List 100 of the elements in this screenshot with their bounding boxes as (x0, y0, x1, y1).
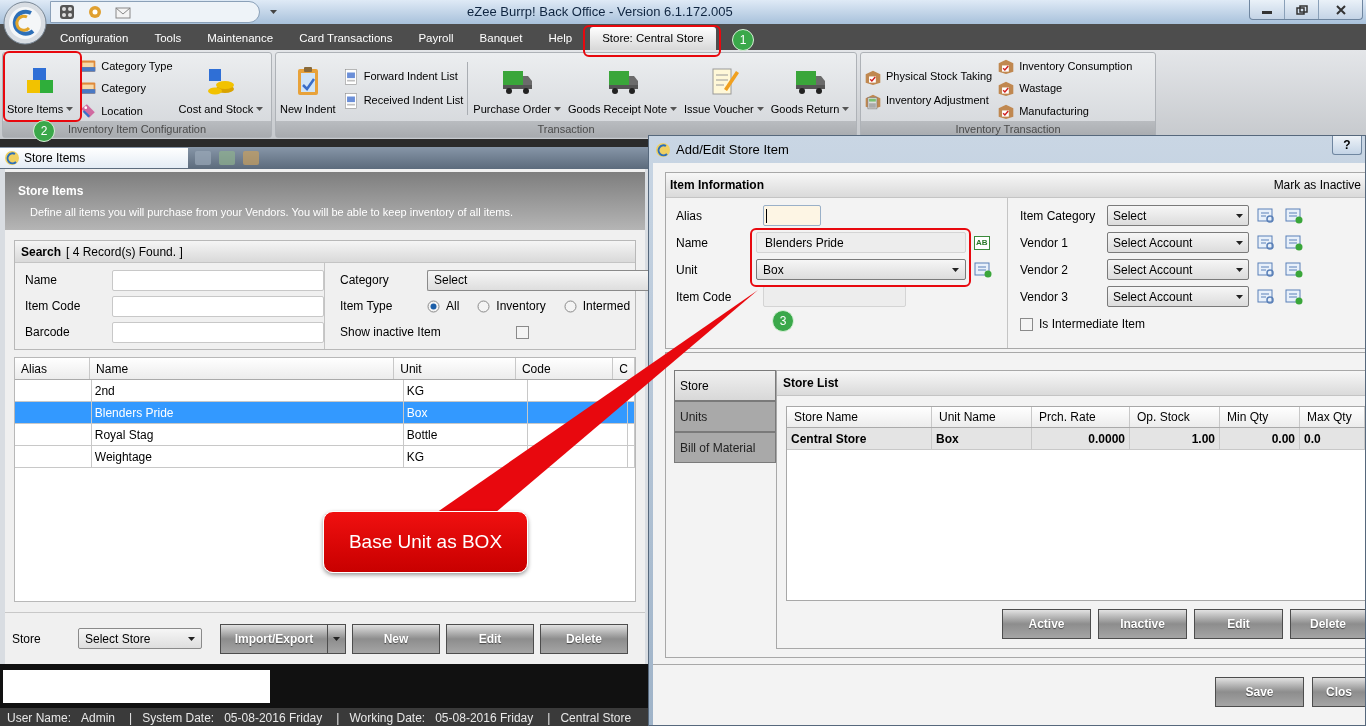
table-row[interactable]: Royal Stag Bottle (15, 424, 635, 446)
ribbon-button[interactable]: Goods Receipt Note (566, 56, 680, 121)
list-search-icon[interactable] (1257, 234, 1275, 251)
dropdown[interactable]: Select Account (1107, 259, 1249, 280)
table-row[interactable]: Weightage KG (15, 446, 635, 468)
ribbon-button[interactable]: Manufacturing (996, 100, 1134, 121)
input-field[interactable]: Blenders Pride (756, 232, 966, 253)
field-label: Item Category (1020, 207, 1097, 225)
ribbon-button[interactable]: Location (78, 100, 174, 121)
input-field[interactable] (3, 670, 270, 703)
list-add-icon[interactable] (1285, 288, 1303, 305)
ribbon-button[interactable]: Inventory Consumption (996, 56, 1134, 77)
column-header[interactable]: Op. Stock (1130, 407, 1220, 427)
field-label: Vendor 1 (1020, 234, 1070, 252)
gear-icon[interactable] (87, 4, 103, 20)
side-tab[interactable]: Bill of Material (674, 432, 776, 463)
dropdown-value: Select Store (85, 630, 151, 648)
column-header[interactable]: Code (515, 358, 614, 379)
box-icon (997, 57, 1016, 76)
ribbon-button[interactable]: Inventory Adjustment (863, 89, 994, 112)
ribbon-button[interactable]: New Indent (278, 56, 338, 121)
status-value: Central Store (560, 710, 632, 726)
dropdown[interactable]: Select Account (1107, 286, 1249, 307)
radio-button[interactable] (477, 299, 491, 313)
checkbox[interactable] (515, 325, 529, 339)
input-field[interactable] (112, 269, 324, 291)
field-label: Name (25, 272, 58, 289)
ribbon-button[interactable]: Category Type (78, 56, 174, 77)
menu-tab[interactable]: Configuration (52, 27, 137, 50)
mail-icon[interactable] (115, 4, 131, 20)
dropdown-value: Select (1113, 207, 1147, 225)
status-separator: | (547, 710, 551, 726)
ribbon-button[interactable]: Issue Voucher (682, 56, 766, 121)
menu-tab[interactable]: Card Transactions (291, 27, 401, 50)
column-header[interactable]: Store Name (787, 407, 932, 427)
store-dropdown[interactable]: Select Store (78, 628, 202, 649)
list-add-icon[interactable] (1285, 261, 1303, 278)
table-row[interactable]: 2nd KG (15, 380, 635, 402)
ribbon-button[interactable]: Forward Indent List (340, 65, 465, 88)
caret-icon[interactable] (270, 10, 277, 14)
checkbox[interactable] (1020, 317, 1033, 331)
input-field[interactable] (763, 286, 906, 307)
unit-dropdown[interactable]: Box (756, 259, 966, 280)
radio-label[interactable]: Inventory (496, 297, 546, 315)
dropdown-button[interactable] (328, 623, 346, 654)
list-search-icon[interactable] (1257, 207, 1275, 224)
menu-tab[interactable]: Banquet (471, 27, 531, 50)
menu-tab[interactable]: Store: Central Store (590, 27, 716, 50)
help-button[interactable]: ? (1332, 136, 1362, 155)
input-field[interactable] (112, 321, 324, 343)
menu-tab[interactable]: Payroll (410, 27, 462, 50)
list-search-icon[interactable] (1257, 261, 1275, 278)
ribbon-button[interactable]: Received Indent List (340, 89, 465, 112)
table-cell-text: KG (406, 382, 425, 400)
dropdown[interactable]: Select (1107, 205, 1249, 226)
column-header[interactable]: Name (90, 358, 395, 379)
radio-button[interactable] (427, 299, 440, 313)
radio-button[interactable] (563, 299, 577, 313)
column-header[interactable]: Unit (394, 358, 516, 379)
ribbon-button[interactable]: Physical Stock Taking (863, 65, 994, 88)
list-add-icon[interactable] (974, 261, 992, 278)
field-value: Blenders Pride (764, 234, 844, 252)
list-add-icon[interactable] (1285, 207, 1303, 224)
column-header[interactable]: Max Qty (1300, 407, 1365, 427)
menu-tab[interactable]: Tools (146, 27, 190, 50)
group-title: Transaction (276, 121, 856, 137)
dropdown-value: Select Account (1113, 288, 1193, 306)
caret-icon (1236, 294, 1243, 299)
ribbon-button[interactable]: Category (78, 78, 174, 99)
dropdown[interactable]: Select Account (1107, 232, 1249, 253)
radio-label[interactable]: Intermed (582, 297, 631, 315)
list-search-icon[interactable] (1257, 288, 1275, 305)
input-field[interactable] (763, 205, 821, 226)
status-value: 05-08-2016 Friday (224, 710, 323, 726)
category-dropdown[interactable]: Select (427, 269, 649, 291)
ribbon-button[interactable]: Goods Return (768, 56, 852, 121)
text-button[interactable]: AB (974, 235, 990, 250)
side-tab[interactable]: Units (674, 401, 776, 432)
field-label: Barcode (25, 324, 71, 341)
grid-icon[interactable] (59, 4, 75, 20)
menu-tab[interactable]: Maintenance (199, 27, 282, 50)
ribbon-button[interactable]: Store Items (5, 56, 76, 121)
ribbon-button[interactable]: Purchase Order (471, 56, 563, 121)
column-header[interactable]: Unit Name (932, 407, 1032, 427)
ribbon-button[interactable]: Cost and Stock (176, 56, 266, 121)
radio-label[interactable]: All (446, 297, 460, 315)
menu-tab[interactable]: Help (540, 27, 581, 50)
field-label: Item Type (340, 298, 394, 315)
list-add-icon[interactable] (1285, 234, 1303, 251)
field-label: Item Code (25, 298, 82, 315)
input-field[interactable] (112, 295, 324, 317)
column-header[interactable]: Alias (15, 358, 91, 379)
status-value: 05-08-2016 Friday (435, 710, 534, 726)
window-title-tab[interactable]: Store Items (0, 148, 188, 168)
caret-icon (1236, 213, 1243, 218)
section-title: Item Information (670, 177, 764, 194)
column-header[interactable]: Prch. Rate (1032, 407, 1130, 427)
column-header[interactable]: Min Qty (1220, 407, 1300, 427)
side-tab[interactable]: Store (674, 370, 776, 401)
ribbon-button[interactable]: Wastage (996, 78, 1134, 99)
